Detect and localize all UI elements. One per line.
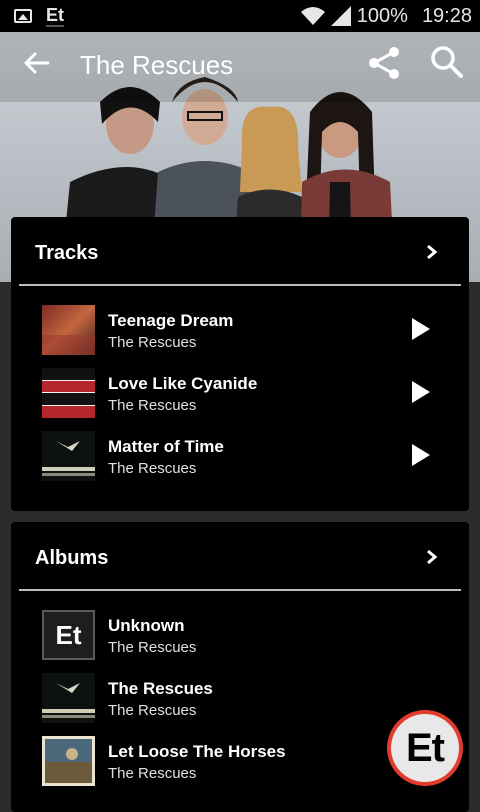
- app-bar: The Rescues: [0, 32, 480, 94]
- track-artist: The Rescues: [108, 460, 197, 477]
- track-row[interactable]: Love Like Cyanide The Rescues: [11, 368, 469, 431]
- albums-title: Albums: [35, 547, 109, 569]
- app-notification-label: Et: [46, 5, 64, 27]
- album-artist: The Rescues: [108, 765, 197, 782]
- album-title: Unknown: [108, 616, 185, 635]
- album-artist: The Rescues: [108, 639, 197, 656]
- album-artist: The Rescues: [108, 702, 197, 719]
- play-icon[interactable]: [411, 317, 431, 346]
- album-artwork: Et: [42, 610, 95, 660]
- chevron-right-icon[interactable]: [425, 244, 439, 265]
- track-artwork: [42, 305, 95, 355]
- search-icon[interactable]: [430, 45, 464, 84]
- chevron-right-icon[interactable]: [425, 549, 439, 570]
- track-artwork: [42, 431, 95, 481]
- back-arrow-icon[interactable]: [22, 48, 52, 83]
- tracks-card: Tracks Teenage Dream The Rescues Love Li…: [11, 217, 469, 511]
- albums-header[interactable]: Albums: [19, 522, 461, 591]
- battery-level: 100%: [356, 4, 408, 27]
- album-title: The Rescues: [108, 679, 213, 698]
- share-icon[interactable]: [366, 45, 402, 86]
- page-title: The Rescues: [80, 50, 234, 80]
- track-title: Matter of Time: [108, 437, 224, 456]
- track-artwork: [42, 368, 95, 418]
- wifi-icon: [300, 6, 325, 26]
- album-artwork: [42, 673, 95, 723]
- play-icon[interactable]: [411, 380, 431, 409]
- signal-icon: [330, 6, 351, 26]
- track-title: Teenage Dream: [108, 311, 234, 330]
- tracks-title: Tracks: [35, 242, 99, 264]
- track-row[interactable]: Matter of Time The Rescues: [11, 431, 469, 494]
- album-placeholder-logo: Et: [55, 619, 82, 650]
- fab-logo: Et: [406, 725, 445, 770]
- status-bar: Et 100% 19:28: [0, 0, 480, 32]
- album-artwork: [42, 736, 95, 786]
- album-row[interactable]: Et Unknown The Rescues: [11, 610, 469, 673]
- tracks-header[interactable]: Tracks: [19, 217, 461, 286]
- track-artist: The Rescues: [108, 397, 197, 414]
- floating-action-button[interactable]: Et: [387, 710, 463, 786]
- gallery-notification-icon: [14, 9, 32, 23]
- album-title: Let Loose The Horses: [108, 742, 286, 761]
- track-row[interactable]: Teenage Dream The Rescues: [11, 305, 469, 368]
- track-title: Love Like Cyanide: [108, 374, 258, 393]
- track-artist: The Rescues: [108, 334, 197, 351]
- clock: 19:28: [421, 4, 472, 27]
- play-icon[interactable]: [411, 443, 431, 472]
